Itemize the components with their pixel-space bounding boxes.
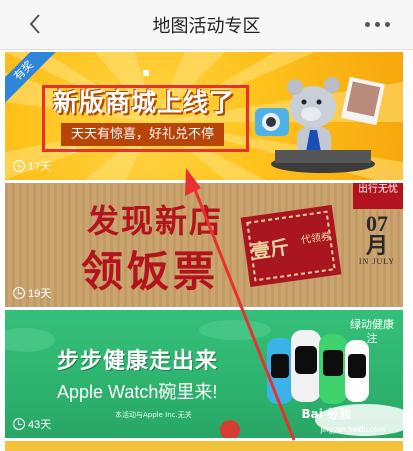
ticket-text: 壹斤 — [249, 236, 291, 264]
days-remaining: 43天 — [13, 416, 51, 432]
activity-banner-partial[interactable] — [5, 441, 403, 451]
highlight-box — [42, 85, 249, 152]
activity-banner-mall[interactable]: 有奖 新版商城上线了 天天有惊喜，好礼兑不停 17天 — [5, 52, 403, 180]
days-remaining: 19天 — [13, 285, 51, 301]
date-month: IN JULY — [358, 257, 396, 266]
nav-bar: 地图活动专区 — [0, 0, 413, 50]
watermark-url: jingyan.baidu.com — [320, 425, 385, 434]
date-number: 07月 — [365, 211, 388, 258]
days-label: 17天 — [28, 161, 52, 173]
date-stamp: 07月 IN JULY — [357, 211, 397, 267]
activity-list[interactable]: 有奖 新版商城上线了 天天有惊喜，好礼兑不停 17天 发现新店 领饭票 壹斤 代… — [5, 50, 403, 451]
banner-subline: Apple Watch碗里来! — [57, 382, 218, 402]
disclaimer-text: 本活动与Apple Inc.无关 — [115, 411, 192, 419]
corner-badge: 出行无忧 — [353, 183, 403, 209]
watermark-logo: Bai 经验 — [301, 407, 351, 421]
activity-banner-apple-watch[interactable]: 步步健康走出来 Apple Watch碗里来! 本活动与Apple Inc.无关… — [5, 310, 403, 438]
banner-headline: 步步健康走出来 — [57, 349, 219, 374]
days-remaining: 17天 — [13, 158, 51, 174]
days-label: 43天 — [28, 419, 52, 431]
banner-headline: 发现新店 — [87, 202, 224, 240]
activity-banner-food-ticket[interactable]: 发现新店 领饭票 壹斤 代领券 07月 IN JULY 出行无忧 19天 — [5, 183, 403, 307]
banner-headline-2: 领饭票 — [81, 247, 220, 296]
page-title: 地图活动专区 — [152, 16, 261, 37]
clock-icon — [13, 160, 25, 172]
days-label: 19天 — [28, 288, 52, 300]
clock-icon — [13, 418, 25, 430]
more-dots-icon[interactable] — [365, 20, 391, 30]
corner-badge: 绿动健康注 — [350, 318, 394, 345]
clock-icon — [13, 287, 25, 299]
